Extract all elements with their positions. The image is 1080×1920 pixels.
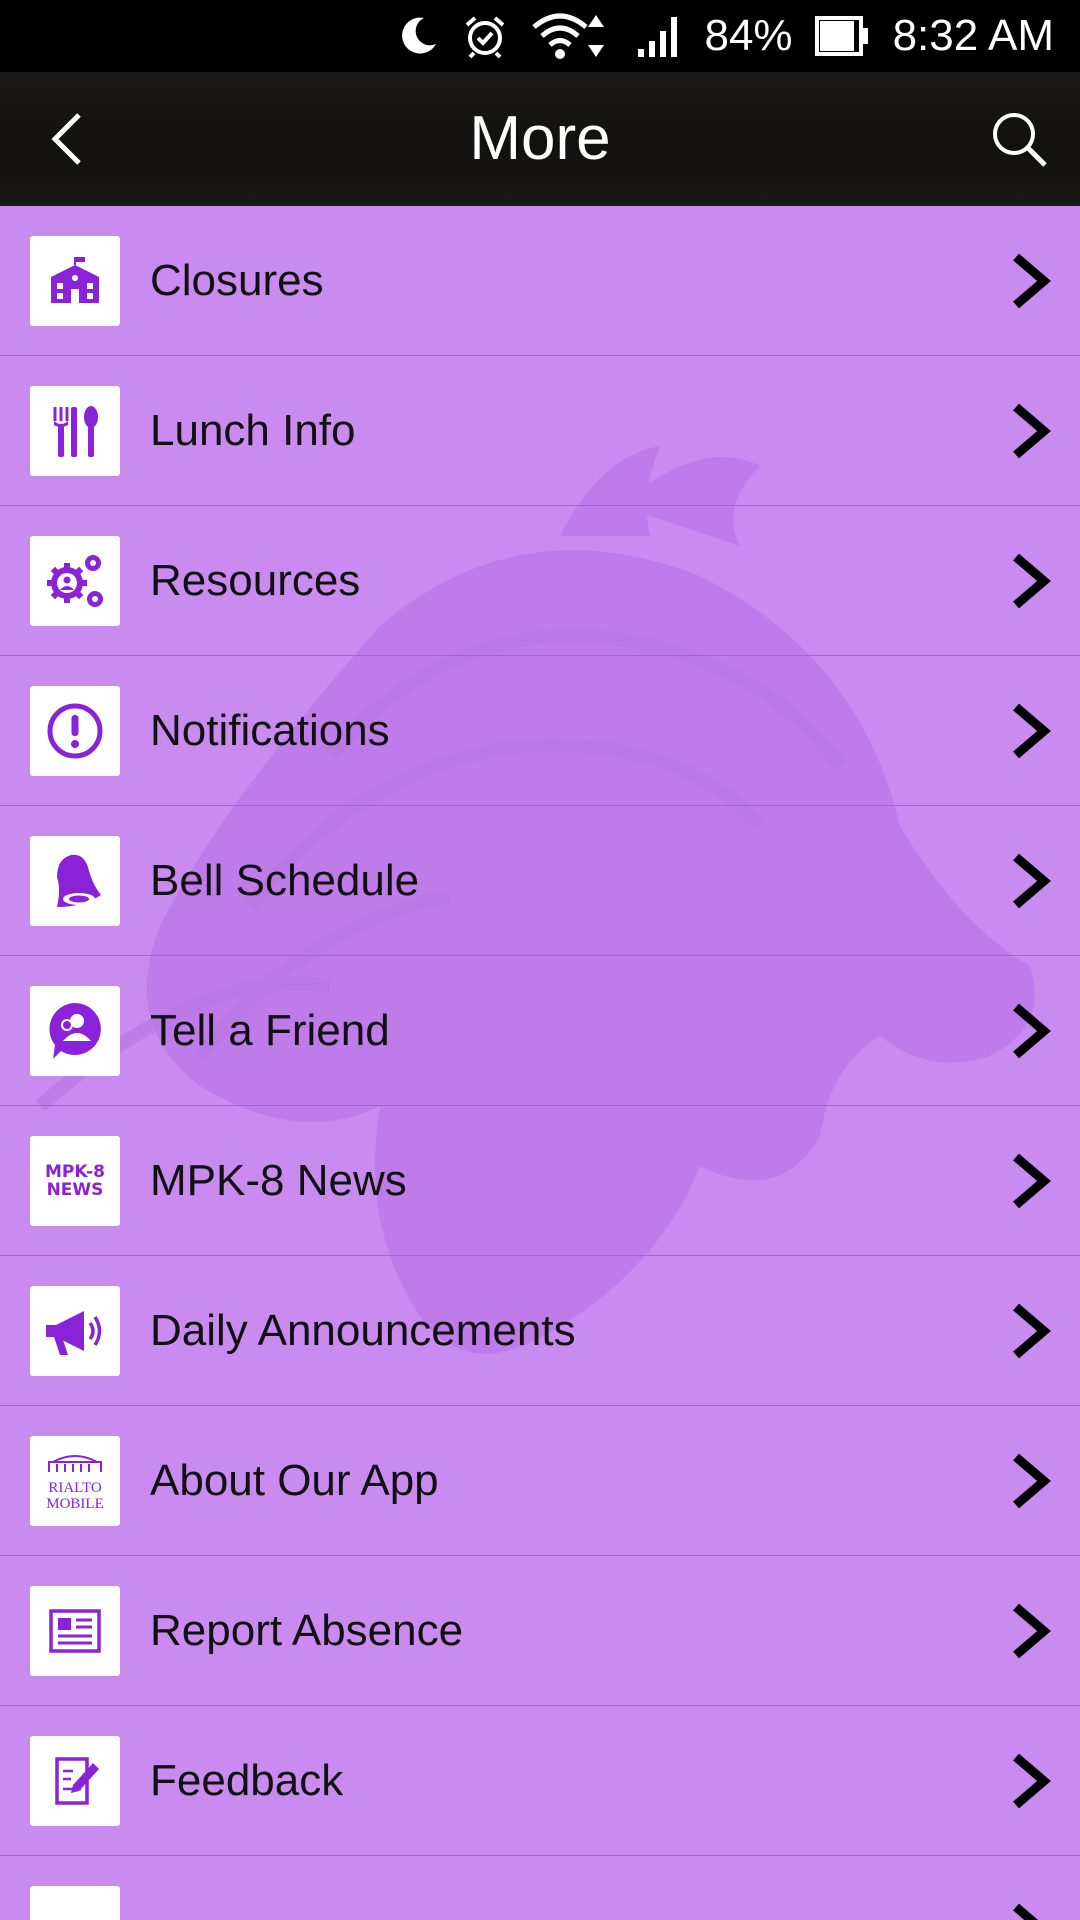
- menu-item-daily-announcements[interactable]: Daily Announcements: [0, 1256, 1080, 1406]
- menu-item-label: MPK-8 News: [150, 1156, 407, 1205]
- menu-item-lunch-info[interactable]: Lunch Info: [0, 356, 1080, 506]
- chevron-right-icon: [1013, 1753, 1051, 1809]
- chevron-right-icon: [1013, 403, 1051, 459]
- menu-item-partial[interactable]: [0, 1856, 1080, 1920]
- menu-item-label: Resources: [150, 556, 361, 605]
- rialto-icon-text-top: RIALTO: [48, 1479, 102, 1496]
- utensils-icon: [30, 386, 120, 476]
- page-title: More: [469, 104, 611, 173]
- clock: 8:32 AM: [892, 11, 1054, 60]
- moon-icon: [396, 14, 440, 58]
- news-icon: MPK-8 NEWS: [30, 1136, 120, 1226]
- menu-list[interactable]: Closures Lunch Info Resources Notificati…: [0, 206, 1080, 1920]
- menu-item-label: Notifications: [150, 706, 390, 755]
- battery-icon: [814, 14, 871, 58]
- signal-icon: [636, 13, 682, 59]
- status-bar: 84% 8:32 AM: [0, 0, 1080, 72]
- menu-item-label: Bell Schedule: [150, 856, 420, 905]
- news-icon-text-bottom: NEWS: [46, 1180, 104, 1200]
- news-icon-text-top: MPK-8: [45, 1162, 105, 1182]
- edit-note-icon: [30, 1736, 120, 1826]
- gears-person-icon: [30, 536, 120, 626]
- exclamation-icon: [30, 686, 120, 776]
- battery-percent: 84%: [704, 11, 793, 60]
- menu-item-tell-a-friend[interactable]: Tell a Friend: [0, 956, 1080, 1106]
- menu-item-about-our-app[interactable]: RIALTO MOBILE About Our App: [0, 1406, 1080, 1556]
- menu-item-label: Feedback: [150, 1756, 344, 1805]
- chevron-right-icon: [1013, 1903, 1039, 1920]
- chevron-right-icon: [1013, 253, 1051, 309]
- menu-item-resources[interactable]: Resources: [0, 506, 1080, 656]
- menu-item-label: Tell a Friend: [150, 1006, 390, 1055]
- chevron-right-icon: [1013, 703, 1051, 759]
- form-icon: [30, 1586, 120, 1676]
- app-bar: More: [0, 72, 1080, 206]
- menu-item-label: About Our App: [150, 1456, 439, 1505]
- school-icon: [30, 236, 120, 326]
- megaphone-icon: [30, 1286, 120, 1376]
- bell-icon: [30, 836, 120, 926]
- menu-item-bell-schedule[interactable]: Bell Schedule: [0, 806, 1080, 956]
- alarm-icon: [462, 13, 508, 59]
- chevron-right-icon: [1013, 1603, 1051, 1659]
- person-bubble-icon: [30, 986, 120, 1076]
- rialto-icon-text-bottom: MOBILE: [46, 1495, 104, 1512]
- menu-item-label: Lunch Info: [150, 406, 356, 455]
- search-icon: [993, 113, 1047, 167]
- menu-item-report-absence[interactable]: Report Absence: [0, 1556, 1080, 1706]
- menu-item-notifications[interactable]: Notifications: [0, 656, 1080, 806]
- menu-item-closures[interactable]: Closures: [0, 206, 1080, 356]
- bridge-icon: [48, 1454, 102, 1472]
- menu-item-feedback[interactable]: Feedback: [0, 1706, 1080, 1856]
- wifi-icon: [530, 11, 614, 61]
- menu-item-label: Closures: [150, 256, 324, 305]
- menu-item-mpk8-news[interactable]: MPK-8 NEWS MPK-8 News: [0, 1106, 1080, 1256]
- rialto-mobile-icon: RIALTO MOBILE: [30, 1436, 120, 1526]
- partial-item-icon: [30, 1886, 120, 1920]
- menu-item-label: Report Absence: [150, 1606, 464, 1655]
- chevron-right-icon: [1013, 553, 1051, 609]
- search-button[interactable]: [982, 102, 1056, 176]
- chevron-right-icon: [1013, 1153, 1051, 1209]
- chevron-right-icon: [1013, 1303, 1051, 1359]
- chevron-right-icon: [1013, 853, 1051, 909]
- menu-item-label: Daily Announcements: [150, 1306, 576, 1355]
- chevron-right-icon: [1013, 1003, 1051, 1059]
- chevron-right-icon: [1013, 1453, 1051, 1509]
